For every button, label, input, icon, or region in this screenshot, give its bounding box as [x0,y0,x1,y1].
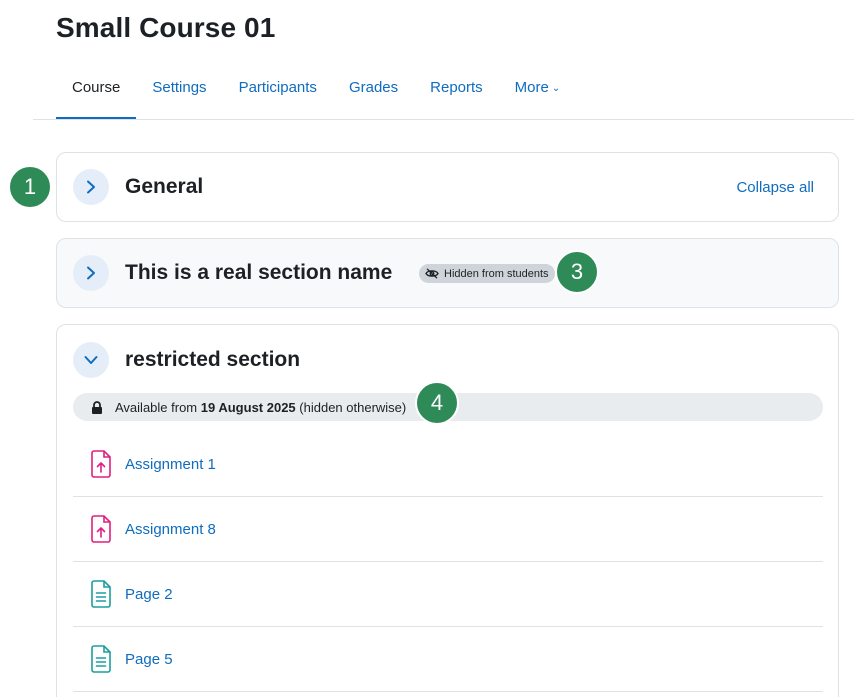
chevron-down-icon: ⌄ [551,83,561,94]
assignment-icon [89,449,113,479]
section-toggle-button[interactable] [73,169,109,205]
tab-course[interactable]: Course [56,70,137,120]
chevron-right-icon [87,266,95,280]
activity-link[interactable]: Page 2 [125,586,173,603]
section-toggle-button[interactable] [73,255,109,291]
page-icon [89,579,113,609]
tab-more[interactable]: More ⌄ [499,70,577,120]
page-title: Small Course 01 [56,12,276,43]
section-toggle-button[interactable] [73,342,109,378]
tab-grades[interactable]: Grades [333,70,414,120]
section-title[interactable]: This is a real section name [125,261,392,285]
callout-marker: 4 [415,381,459,425]
page-icon [89,644,113,674]
activity-link[interactable]: Assignment 8 [125,521,216,538]
course-tabs: Course Settings Participants Grades Repo… [56,70,576,120]
tabs-divider [33,119,854,120]
section-real: This is a real section name Hidden from … [56,238,839,308]
tab-settings[interactable]: Settings [136,70,222,120]
activity-link[interactable]: Page 5 [125,651,173,668]
lock-icon [92,400,102,414]
tab-reports[interactable]: Reports [414,70,499,120]
section-restricted: restricted section Available from 19 Aug… [56,324,839,697]
chevron-down-icon [84,356,98,364]
activity-row[interactable]: Page 2 [73,562,823,627]
chevron-right-icon [87,180,95,194]
eye-slash-icon [425,268,439,279]
activity-row[interactable]: Assignment 8 [73,497,823,562]
tab-participants[interactable]: Participants [223,70,333,120]
section-title[interactable]: General [125,175,203,199]
section-general: General Collapse all [56,152,839,222]
assignment-icon [89,514,113,544]
section-title[interactable]: restricted section [125,348,300,372]
callout-marker: 1 [8,165,52,209]
activity-link[interactable]: Assignment 1 [125,456,216,473]
collapse-all-link[interactable]: Collapse all [736,179,814,196]
callout-marker: 3 [555,250,599,294]
hidden-from-students-badge: Hidden from students [419,264,555,283]
activity-row[interactable]: Assignment 1 [73,432,823,497]
activity-row[interactable]: Page 5 [73,627,823,692]
